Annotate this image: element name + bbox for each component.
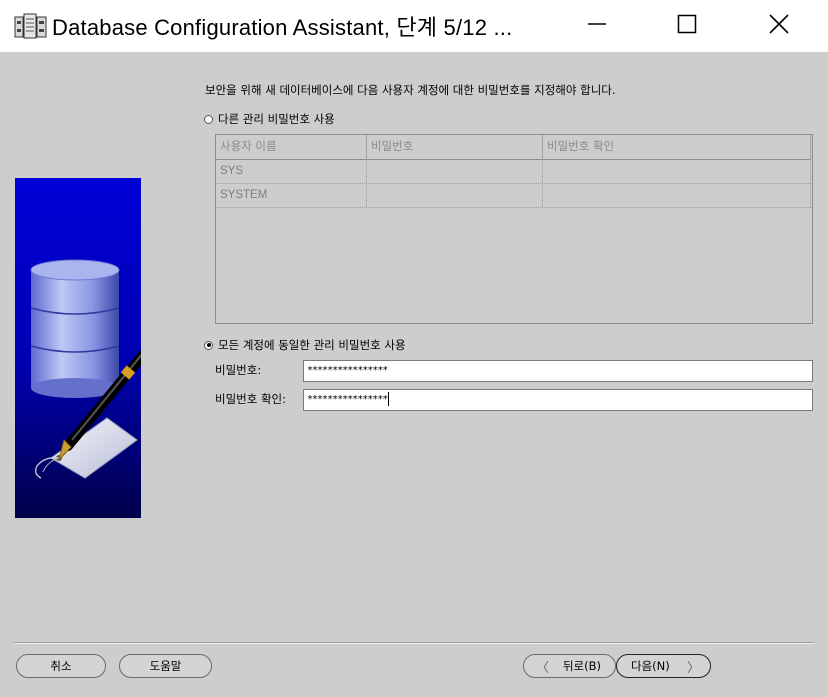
text-caret <box>388 392 390 406</box>
help-button[interactable]: 도움말 <box>119 654 212 678</box>
table-header: 사용자 이름 비밀번호 비밀번호 확인 <box>216 135 811 160</box>
confirm-password-label: 비밀번호 확인: <box>215 392 287 406</box>
table-cell-username: SYS <box>216 159 367 183</box>
maximize-button[interactable] <box>664 0 710 48</box>
column-header-confirm-password: 비밀번호 확인 <box>543 135 811 159</box>
close-icon <box>769 14 789 34</box>
password-field-value: **************** <box>307 365 388 376</box>
instruction-text: 보안을 위해 새 데이터베이스에 다음 사용자 계정에 대한 비밀번호를 지정해… <box>205 83 616 97</box>
database-app-icon <box>14 13 47 39</box>
column-header-password: 비밀번호 <box>367 135 543 159</box>
confirm-password-field-value: **************** <box>307 394 388 405</box>
minimize-button[interactable] <box>574 0 620 48</box>
chevron-right-icon: 〉 <box>686 660 700 676</box>
table-row: SYSTEM <box>216 183 811 208</box>
cancel-button[interactable]: 취소 <box>16 654 106 678</box>
database-pen-illustration <box>15 178 141 518</box>
table-cell-password <box>367 159 543 183</box>
table-cell-password <box>367 183 543 207</box>
close-button[interactable] <box>756 0 802 48</box>
back-button[interactable]: 〈 뒤로(B) <box>523 654 616 678</box>
window-title: Database Configuration Assistant, 단계 5/1… <box>52 15 513 40</box>
table-cell-confirm-password <box>543 183 811 207</box>
radio-same-password-label: 모든 계정에 동일한 관리 비밀번호 사용 <box>218 338 406 352</box>
radio-same-password[interactable]: 모든 계정에 동일한 관리 비밀번호 사용 <box>204 337 406 353</box>
next-button[interactable]: 다음(N) 〉 <box>616 654 711 678</box>
table-cell-confirm-password <box>543 159 811 183</box>
radio-different-passwords[interactable]: 다른 관리 비밀번호 사용 <box>204 111 335 127</box>
footer-divider <box>14 642 814 644</box>
confirm-password-field[interactable]: **************** <box>303 389 813 411</box>
column-header-username: 사용자 이름 <box>216 135 367 159</box>
maximize-icon <box>677 14 697 34</box>
radio-button-checked[interactable] <box>204 340 213 350</box>
chevron-left-icon: 〈 <box>536 660 550 676</box>
title-bar[interactable]: Database Configuration Assistant, 단계 5/1… <box>0 0 828 52</box>
radio-button[interactable] <box>204 114 213 124</box>
password-label: 비밀번호: <box>215 363 262 377</box>
table-row: SYS <box>216 159 811 184</box>
table-cell-username: SYSTEM <box>216 183 367 207</box>
password-field[interactable]: **************** <box>303 360 813 382</box>
minimize-icon <box>588 23 606 25</box>
back-button-label: 뒤로(B) <box>562 659 601 673</box>
dialog-window: Database Configuration Assistant, 단계 5/1… <box>0 0 828 697</box>
user-password-table: 사용자 이름 비밀번호 비밀번호 확인 SYS SYSTEM <box>215 134 813 324</box>
radio-different-passwords-label: 다른 관리 비밀번호 사용 <box>218 112 335 126</box>
next-button-label: 다음(N) <box>631 659 670 673</box>
